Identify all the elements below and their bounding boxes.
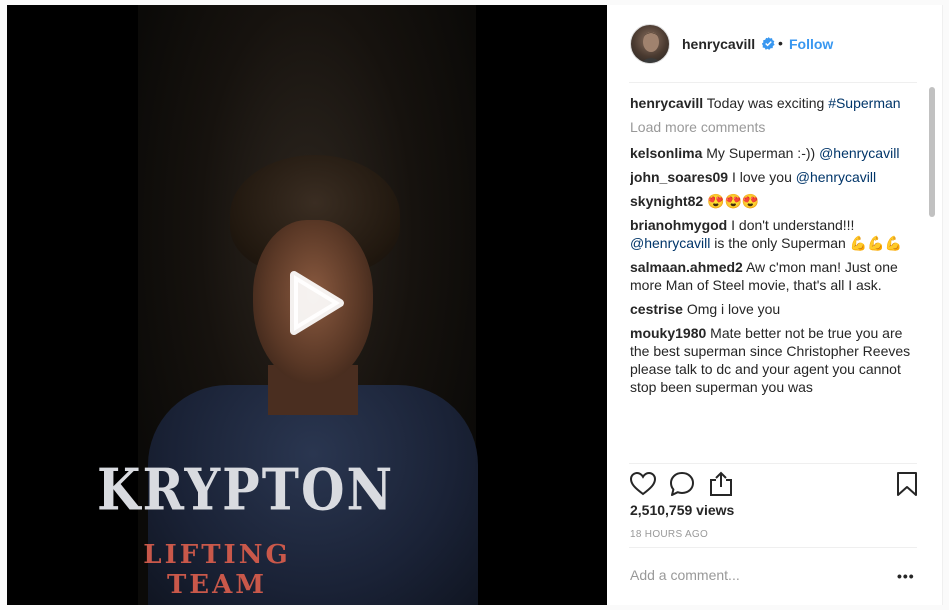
comment-mention[interactable]: @henrycavill (819, 145, 899, 161)
instagram-post-modal: KRYPTON LIFTING TEAM henrycavill • Follo… (0, 0, 949, 610)
comment-username[interactable]: john_soares09 (630, 169, 728, 185)
caption: henrycavill Today was exciting #Superman (630, 94, 922, 112)
comment-username[interactable]: kelsonlima (630, 145, 702, 161)
add-comment-input[interactable]: Add a comment... (630, 567, 740, 583)
comment-text: Omg i love you (682, 301, 781, 317)
like-button[interactable] (629, 470, 657, 498)
caption-hashtag[interactable]: #Superman (828, 95, 900, 111)
comment-text: My Superman :-)) (702, 145, 820, 161)
header-divider (629, 82, 917, 83)
avatar[interactable] (630, 24, 670, 64)
play-button[interactable] (272, 263, 352, 343)
avatar-photo-icon (640, 32, 662, 63)
comment-username[interactable]: salmaan.ahmed2 (630, 259, 743, 275)
comment-item: brianohmygod I don't understand!!! @henr… (630, 216, 922, 252)
comment-username[interactable]: skynight82 (630, 193, 703, 209)
comment-username[interactable]: brianohmygod (630, 217, 727, 233)
caption-text: Today was exciting (703, 95, 829, 111)
follow-button[interactable]: Follow (789, 36, 833, 52)
scrollbar-thumb[interactable] (929, 87, 935, 217)
video-player[interactable]: KRYPTON LIFTING TEAM (7, 5, 607, 605)
caption-username[interactable]: henrycavill (630, 95, 703, 111)
comment-text: I don't understand!!! (727, 217, 855, 233)
comment-item: cestrise Omg i love you (630, 300, 922, 318)
actions-divider (629, 463, 917, 464)
comment-username[interactable]: cestrise (630, 301, 683, 317)
comment-mention[interactable]: @henrycavill (796, 169, 876, 185)
comment-item: john_soares09 I love you @henrycavill (630, 168, 922, 186)
load-more-comments-button[interactable]: Load more comments (630, 118, 922, 136)
more-options-button[interactable]: ••• (897, 568, 915, 584)
comment-item: kelsonlima My Superman :-)) @henrycavill (630, 144, 922, 162)
username-link[interactable]: henrycavill (682, 36, 755, 52)
share-upload-icon (710, 471, 732, 496)
shirt-print-lifting-team: LIFTING TEAM (143, 540, 291, 600)
comments-list[interactable]: henrycavill Today was exciting #Superman… (630, 94, 922, 464)
post-timestamp[interactable]: 18 HOURS AGO (630, 529, 708, 540)
post-sidebar: henrycavill • Follow henrycavill Today w… (607, 5, 943, 605)
bookmark-icon (897, 472, 917, 496)
play-icon (290, 271, 344, 335)
comment-item: salmaan.ahmed2 Aw c'mon man! Just one mo… (630, 258, 922, 294)
comment-input-divider (629, 547, 917, 548)
separator-dot: • (778, 35, 783, 51)
comment-text-tail: is the only Superman 💪💪💪 (710, 235, 902, 251)
shirt-print-krypton: KRYPTON (97, 455, 395, 524)
comments-scrollbar[interactable] (928, 85, 936, 465)
comment-item: mouky1980 Mate better not be true you ar… (630, 324, 922, 396)
view-count[interactable]: 2,510,759 views (630, 502, 734, 518)
action-bar (629, 467, 921, 499)
heart-icon (629, 471, 657, 496)
comment-text: 😍😍😍 (703, 193, 760, 209)
post-header: henrycavill • Follow (607, 5, 943, 83)
comment-item: skynight82 😍😍😍 (630, 192, 922, 210)
comment-username[interactable]: mouky1980 (630, 325, 706, 341)
comment-button[interactable] (668, 470, 696, 498)
share-button[interactable] (707, 470, 735, 498)
verified-badge-icon (762, 37, 775, 50)
comment-text: I love you (728, 169, 796, 185)
save-button[interactable] (893, 470, 921, 498)
comment-bubble-icon (670, 472, 694, 496)
comment-mention[interactable]: @henrycavill (630, 235, 710, 251)
